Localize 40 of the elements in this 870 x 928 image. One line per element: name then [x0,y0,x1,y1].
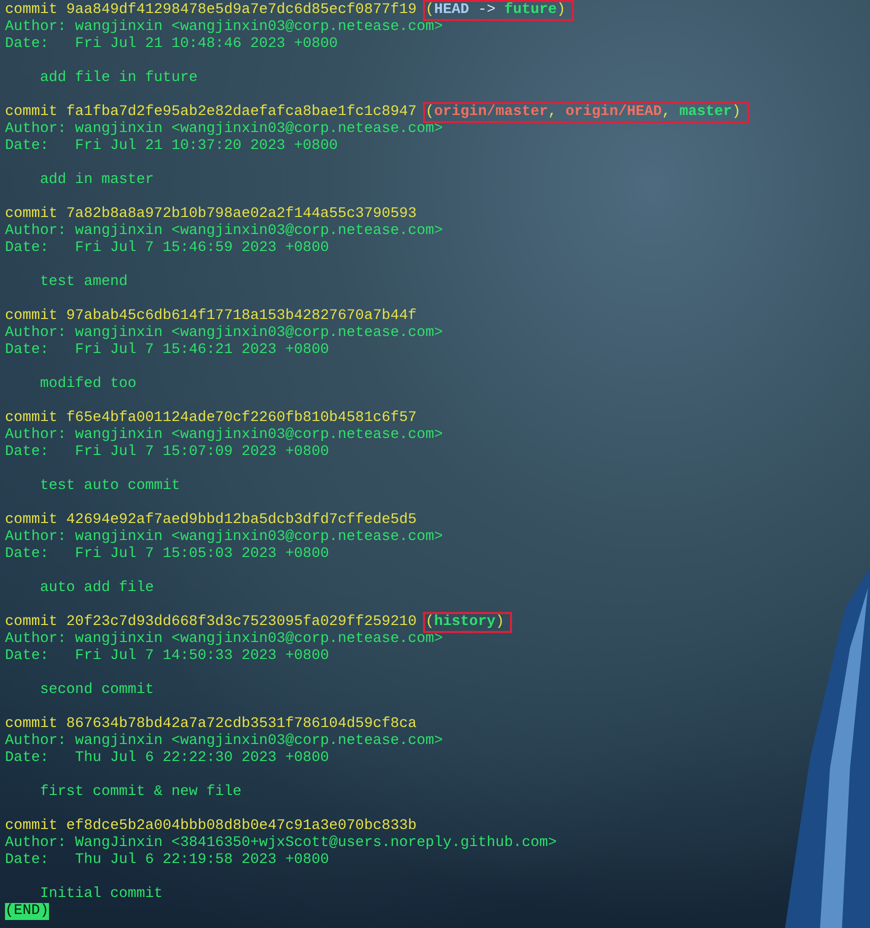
date-line: Date: Fri Jul 7 15:46:21 2023 +0800 [5,342,330,359]
commit-message: add in master [39,172,154,189]
commit-hash: commit 9aa849df41298478e5d9a7e7dc6d85ecf0877f19 [5,2,417,19]
date-line: Date: Thu Jul 6 22:19:58 2023 +0800 [5,852,330,869]
ref-labels: (origin/master, origin/HEAD, master) [425,104,741,120]
commit-message: test auto commit [39,478,180,495]
commit-message: Initial commit [39,886,163,903]
pager-status: (END) [5,903,49,920]
commit-hash: commit fa1fba7d2fe95ab2e82daefafca8bae1fc1c8947 [5,104,417,121]
author-line: Author: wangjinxin <wangjinxin03@corp.netease.com> [5,631,443,648]
commit-hash: commit 20f23c7d93dd668f3d3c7523095fa029ff259210 [5,614,417,631]
commit-hash: commit 42694e92af7aed9bbd12ba5dcb3dfd7cffede5d5 [5,512,417,529]
author-line: Author: wangjinxin <wangjinxin03@corp.netease.com> [5,529,443,546]
commit-message: first commit & new file [39,784,242,801]
author-line: Author: wangjinxin <wangjinxin03@corp.netease.com> [5,19,443,36]
author-line: Author: wangjinxin <wangjinxin03@corp.netease.com> [5,223,443,240]
commit-hash: commit f65e4bfa001124ade70cf2260fb810b4581c6f57 [5,410,417,427]
commit-hash: commit ef8dce5b2a004bbb08d8b0e47c91a3e070bc833b [5,818,417,835]
commit-message: auto add file [39,580,154,597]
date-line: Date: Fri Jul 7 15:07:09 2023 +0800 [5,444,330,461]
ref-labels: (HEAD -> future) [425,2,566,18]
author-line: Author: wangjinxin <wangjinxin03@corp.netease.com> [5,121,443,138]
author-line: Author: WangJinxin <38416350+wjxScott@users.noreply.github.com> [5,835,557,852]
commit-hash: commit 867634b78bd42a7a72cdb3531f786104d59cf8ca [5,716,417,733]
author-line: Author: wangjinxin <wangjinxin03@corp.netease.com> [5,325,443,342]
date-line: Date: Fri Jul 21 10:37:20 2023 +0800 [5,138,338,155]
commit-message: test amend [39,274,128,291]
commit-hash: commit 97abab45c6db614f17718a153b42827670a7b44f [5,308,417,325]
commit-hash: commit 7a82b8a8a972b10b798ae02a2f144a55c3790593 [5,206,417,223]
ref-labels: (history) [425,614,504,630]
commit-message: modifed too [39,376,136,393]
author-line: Author: wangjinxin <wangjinxin03@corp.netease.com> [5,733,443,750]
commit-message: add file in future [39,70,198,87]
date-line: Date: Fri Jul 7 15:46:59 2023 +0800 [5,240,330,257]
date-line: Date: Fri Jul 7 14:50:33 2023 +0800 [5,648,330,665]
date-line: Date: Thu Jul 6 22:22:30 2023 +0800 [5,750,330,767]
author-line: Author: wangjinxin <wangjinxin03@corp.netease.com> [5,427,443,444]
commit-message: second commit [39,682,154,699]
date-line: Date: Fri Jul 21 10:48:46 2023 +0800 [5,36,338,53]
date-line: Date: Fri Jul 7 15:05:03 2023 +0800 [5,546,330,563]
